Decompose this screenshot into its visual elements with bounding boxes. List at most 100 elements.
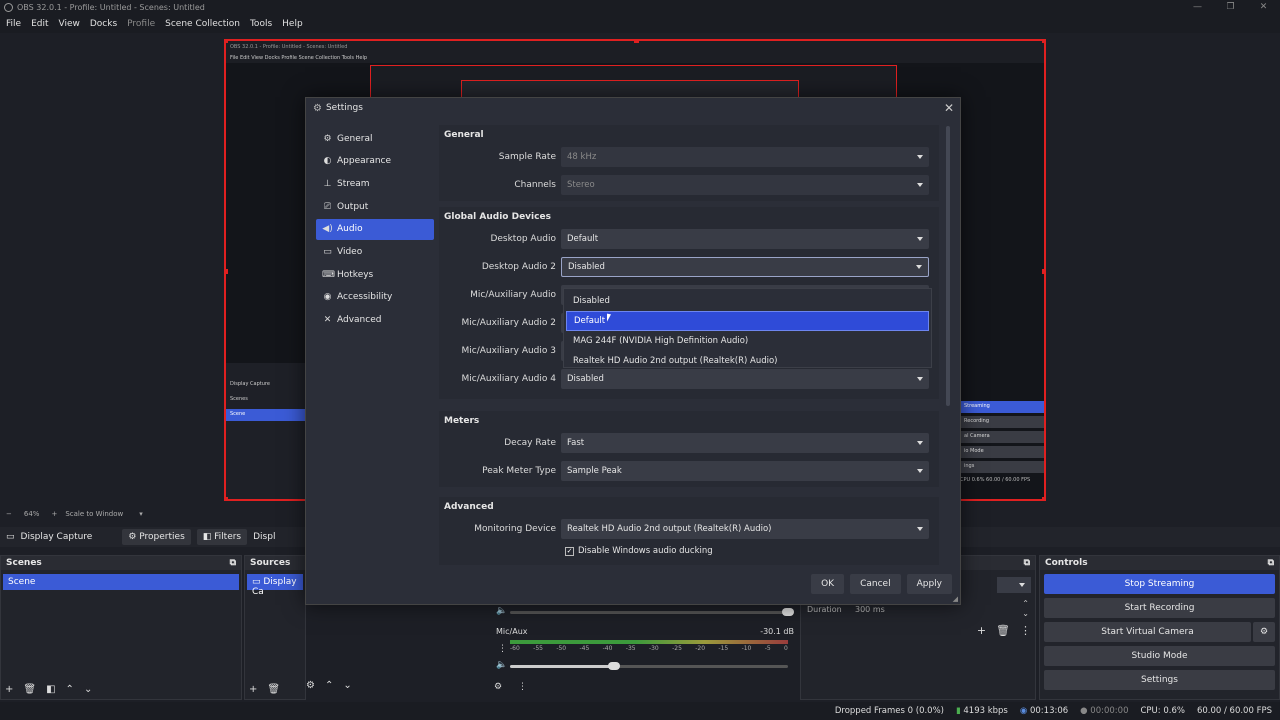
menu-view[interactable]: View <box>59 19 80 29</box>
mic-volume-knob[interactable] <box>608 662 620 670</box>
dropdown-option[interactable]: Realtek HD Audio 2nd output (Realtek(R) … <box>564 351 931 371</box>
more-options-icon[interactable]: ⋮ <box>498 644 507 654</box>
menu-file[interactable]: File <box>6 19 21 29</box>
resize-handle[interactable] <box>1042 497 1044 499</box>
zoom-out-button[interactable]: − <box>6 510 12 518</box>
add-icon[interactable]: + <box>5 684 13 695</box>
ducking-checkbox[interactable]: ✓ <box>565 546 574 556</box>
scale-mode-label[interactable]: Scale to Window <box>65 510 123 518</box>
nav-video[interactable]: ▭ Video <box>316 241 434 262</box>
menu-tools[interactable]: Tools <box>250 19 272 29</box>
resize-handle[interactable] <box>226 41 228 43</box>
gear-icon[interactable]: ⚙ <box>306 680 315 694</box>
gear-icon: ⚙ <box>313 102 322 114</box>
nav-audio[interactable]: ◀) Audio <box>316 218 434 240</box>
speaker-icon[interactable]: 🔈 <box>496 660 507 670</box>
transition-select[interactable] <box>997 577 1031 593</box>
apply-button[interactable]: Apply <box>906 574 952 594</box>
wrench-icon: ✕ <box>323 315 332 325</box>
move-down-icon[interactable]: ⌄ <box>84 684 92 695</box>
more-options-icon[interactable]: ⋮ <box>518 682 527 692</box>
volume-slider[interactable] <box>510 611 788 614</box>
fps: 60.00 / 60.00 FPS <box>1196 706 1272 716</box>
close-icon[interactable]: ✕ <box>944 101 954 115</box>
desktop-audio-select[interactable]: Default <box>561 229 929 249</box>
nav-advanced[interactable]: ✕ Advanced <box>316 310 434 331</box>
add-icon[interactable]: + <box>249 684 257 695</box>
resize-handle[interactable] <box>1042 269 1044 274</box>
trash-icon[interactable]: 🗑 <box>267 684 280 695</box>
dock-popout-icon[interactable]: ⧉ <box>230 558 236 568</box>
mic-audio-4-select[interactable]: Disabled <box>561 369 929 389</box>
volume-knob[interactable] <box>782 608 794 616</box>
nav-appearance[interactable]: ◐ Appearance <box>316 151 434 172</box>
dropdown-option[interactable]: MAG 244F (NVIDIA High Definition Audio) <box>564 331 931 351</box>
add-icon[interactable]: + <box>977 624 986 637</box>
nav-output[interactable]: ⎚ Output <box>316 196 434 217</box>
nav-accessibility[interactable]: ◉ Accessibility <box>316 287 434 308</box>
scene-item[interactable]: Scene <box>3 574 239 590</box>
nav-hotkeys[interactable]: ⌨ Hotkeys <box>316 264 434 285</box>
menu-docks[interactable]: Docks <box>90 19 117 29</box>
duration-value[interactable]: 300 ms <box>855 605 885 614</box>
mixer-settings-icon[interactable]: ⚙ <box>494 682 502 692</box>
stop-streaming-button[interactable]: Stop Streaming <box>1044 574 1275 594</box>
ok-button[interactable]: OK <box>811 574 845 594</box>
spin-up-icon[interactable]: ⌃ <box>1022 599 1029 608</box>
resize-handle[interactable] <box>226 269 228 274</box>
dock-popout-icon[interactable]: ⧉ <box>1268 558 1274 568</box>
cancel-button[interactable]: Cancel <box>850 574 901 594</box>
resize-handle[interactable] <box>634 41 639 43</box>
ducking-checkbox-row[interactable]: ✓ Disable Windows audio ducking <box>443 543 935 559</box>
dock-popout-icon[interactable]: ⧉ <box>1024 558 1030 568</box>
menu-bar: File Edit View Docks Profile Scene Colle… <box>0 15 1280 33</box>
chevron-down-icon[interactable]: ▾ <box>139 510 143 518</box>
more-options-icon[interactable]: ⋮ <box>1020 624 1031 637</box>
trash-icon[interactable]: 🗑 <box>23 684 36 695</box>
desktop-audio-2-select[interactable]: Disabled <box>561 257 929 277</box>
move-down-icon[interactable]: ⌄ <box>343 680 351 694</box>
move-up-icon[interactable]: ⌃ <box>325 680 333 694</box>
close-window-button[interactable]: ✕ <box>1247 0 1280 15</box>
menu-scene-collection[interactable]: Scene Collection <box>165 19 240 29</box>
virtual-camera-settings-button[interactable]: ⚙ <box>1253 622 1275 642</box>
menu-profile[interactable]: Profile <box>127 19 155 29</box>
monitoring-device-select[interactable]: Realtek HD Audio 2nd output (Realtek(R) … <box>561 519 929 539</box>
speaker-icon[interactable]: 🔈 <box>496 606 507 616</box>
filters-button[interactable]: ◧ Filters <box>196 529 248 545</box>
dropdown-option[interactable]: Disabled <box>564 291 931 311</box>
start-virtual-camera-button[interactable]: Start Virtual Camera <box>1044 622 1251 642</box>
minimize-button[interactable]: — <box>1181 0 1214 15</box>
move-up-icon[interactable]: ⌃ <box>66 684 74 695</box>
properties-button[interactable]: ⚙ Properties <box>122 529 191 545</box>
desktop-audio-2-label: Desktop Audio 2 <box>481 262 556 272</box>
menu-help[interactable]: Help <box>282 19 303 29</box>
display-button-partial[interactable]: Displ <box>253 532 275 542</box>
sample-rate-select[interactable]: 48 kHz <box>561 147 929 167</box>
spin-down-icon[interactable]: ⌄ <box>1022 609 1029 618</box>
trash-icon[interactable]: 🗑 <box>996 624 1010 637</box>
channels-select[interactable]: Stereo <box>561 175 929 195</box>
chevron-down-icon <box>917 469 923 473</box>
mic-volume-slider[interactable] <box>510 665 610 668</box>
settings-scrollbar[interactable] <box>946 126 950 406</box>
start-recording-button[interactable]: Start Recording <box>1044 598 1275 618</box>
zoom-in-button[interactable]: + <box>51 510 57 518</box>
source-item[interactable]: ▭ Display Ca <box>247 574 303 597</box>
nav-general[interactable]: ⚙ General <box>316 128 434 149</box>
chevron-down-icon <box>917 441 923 445</box>
resize-grip-icon[interactable]: ◢ <box>953 595 958 603</box>
scenes-title: Scenes <box>6 558 42 568</box>
filter-icon[interactable]: ◧ <box>46 684 55 695</box>
nav-stream[interactable]: ⊥ Stream <box>316 173 434 194</box>
settings-button[interactable]: Settings <box>1044 670 1275 690</box>
decay-rate-select[interactable]: Fast <box>561 433 929 453</box>
maximize-button[interactable]: ❐ <box>1214 0 1247 15</box>
menu-edit[interactable]: Edit <box>31 19 48 29</box>
resize-handle[interactable] <box>1042 41 1044 43</box>
mic-volume-track[interactable] <box>610 665 788 668</box>
studio-mode-button[interactable]: Studio Mode <box>1044 646 1275 666</box>
dropdown-option-highlighted[interactable]: Default <box>566 311 929 331</box>
resize-handle[interactable] <box>226 497 228 499</box>
peak-meter-select[interactable]: Sample Peak <box>561 461 929 481</box>
